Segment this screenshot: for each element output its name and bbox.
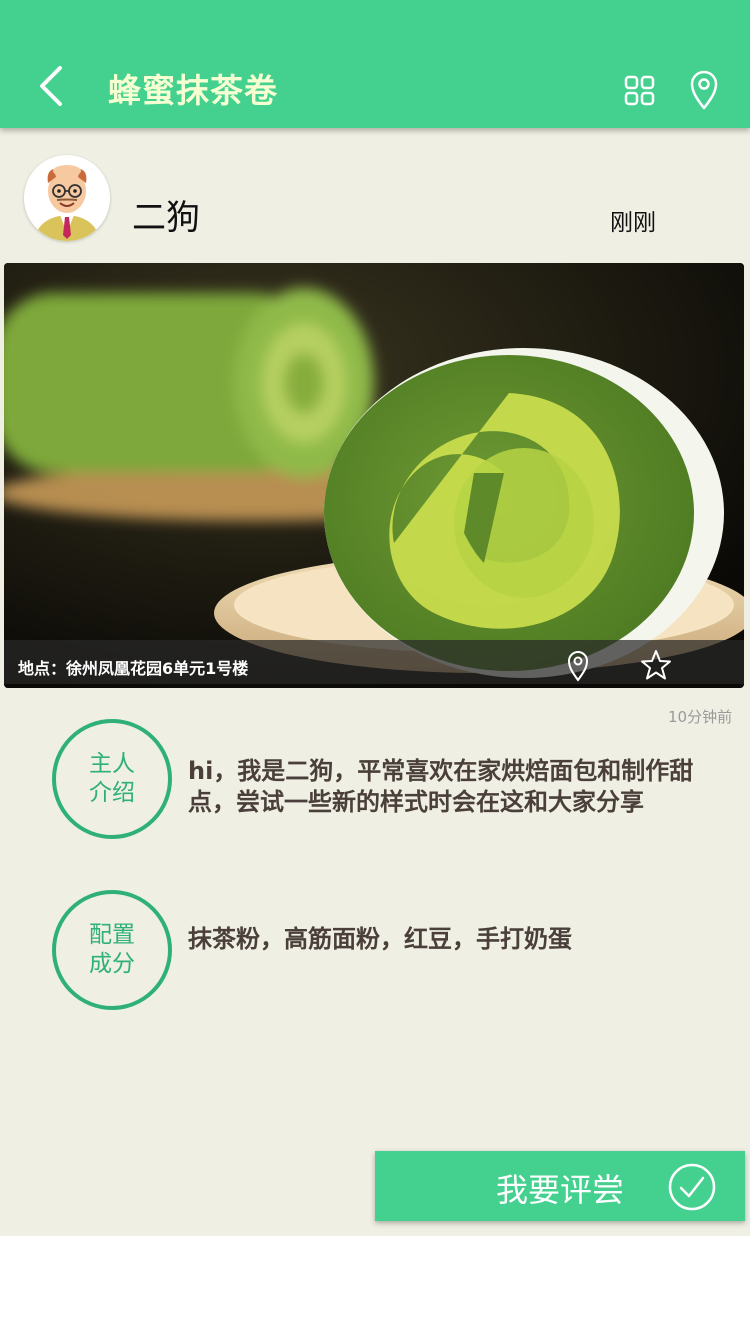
check-circle-icon [668, 1163, 716, 1211]
favorite-button[interactable] [640, 649, 672, 681]
photo-location-button[interactable] [566, 649, 590, 683]
grid-icon [624, 75, 655, 106]
page-title: 蜂蜜抹茶卷 [108, 71, 278, 110]
food-photo[interactable]: 地点：徐州凤凰花园6单元1号楼 [4, 263, 744, 688]
intro-badge-line1: 主人 [89, 751, 135, 777]
intro-badge-line2: 介绍 [89, 780, 135, 806]
avatar[interactable] [24, 155, 110, 241]
photo-location-text: 地点：徐州凤凰花园6单元1号楼 [18, 659, 249, 678]
map-pin-icon [690, 70, 718, 110]
ingredients-badge: 配置 成分 [52, 890, 172, 1010]
ingredients-badge-line2: 成分 [89, 951, 135, 977]
avatar-illustration-icon [24, 155, 110, 241]
review-button[interactable]: 我要评尝 [375, 1151, 745, 1221]
relative-time: 10分钟前 [668, 708, 733, 726]
back-button[interactable] [30, 60, 78, 112]
matcha-roll-image [4, 263, 744, 688]
location-button[interactable] [686, 68, 722, 112]
map-pin-icon [567, 651, 589, 682]
review-button-label: 我要评尝 [496, 1171, 625, 1209]
author-name[interactable]: 二狗 [132, 190, 200, 239]
ingredients-badge-line1: 配置 [89, 922, 135, 948]
chevron-left-icon [40, 66, 62, 106]
top-app-bar: 蜂蜜抹茶卷 [0, 0, 750, 128]
post-time: 刚刚 [610, 210, 656, 236]
grid-menu-button[interactable] [620, 70, 660, 110]
intro-text: hi，我是二狗，平常喜欢在家烘焙面包和制作甜点，尝试一些新的样式时会在这和大家分… [188, 757, 694, 816]
ingredients-text: 抹茶粉，高筋面粉，红豆，手打奶蛋 [188, 925, 572, 953]
star-icon [641, 650, 671, 680]
intro-badge: 主人 介绍 [52, 719, 172, 839]
